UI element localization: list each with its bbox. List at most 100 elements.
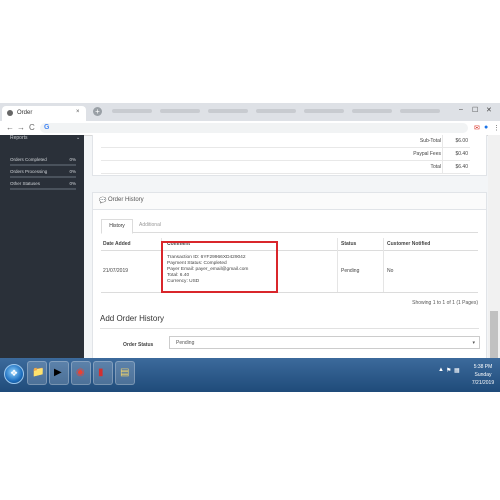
forward-icon[interactable]: →	[17, 123, 25, 133]
scrollbar[interactable]	[488, 135, 500, 392]
browser-tab-strip: Order × + – ☐ ✕	[0, 103, 500, 121]
column-header: Status	[341, 241, 357, 247]
browser-tab[interactable]	[208, 109, 248, 113]
stat-label: Orders Processing	[10, 169, 48, 174]
column-header: Customer Notified	[387, 241, 431, 247]
notes-icon: ▤	[120, 367, 130, 378]
totals-row: Sub-Total $6.00	[101, 135, 470, 148]
minimize-icon[interactable]: –	[459, 106, 463, 113]
browser-toolbar: ← → C G ✉ ● ⋮	[0, 121, 500, 136]
maximize-icon[interactable]: ☐	[472, 106, 478, 114]
scrollbar-thumb[interactable]	[490, 311, 498, 361]
taskbar-clock[interactable]: 5:38 PM Sunday 7/21/2019	[466, 363, 500, 387]
taskbar-notes[interactable]: ▤	[115, 361, 135, 385]
progress-bar	[10, 176, 76, 178]
totals-row: Paypal Fees $0.40	[101, 148, 470, 161]
table-cell-status: Pending	[341, 268, 360, 274]
address-bar[interactable]: G	[40, 123, 468, 133]
browser-tab[interactable]	[112, 109, 152, 113]
totals-label: Sub-Total	[419, 138, 441, 144]
close-window-icon[interactable]: ✕	[486, 106, 492, 114]
divider	[442, 135, 443, 147]
screenshot-area: Order × + – ☐ ✕ ← → C G ✉ ● ⋮ Reports ⌄ …	[0, 103, 500, 392]
order-status-select[interactable]: Pending ▾	[169, 336, 480, 349]
taskbar-chrome[interactable]: ◉	[71, 361, 91, 385]
chevron-down-icon: ▾	[472, 340, 475, 346]
stat-percent: 0%	[69, 181, 76, 186]
menu-icon[interactable]: ⋮	[493, 124, 500, 132]
browser-tab[interactable]	[400, 109, 440, 113]
clock-date: 7/21/2019	[471, 380, 495, 386]
folder-icon: 📁	[32, 367, 45, 378]
row-divider	[101, 292, 478, 293]
taskbar-explorer[interactable]: 📁	[27, 361, 47, 385]
totals-label: Total	[430, 164, 441, 170]
chevron-down-icon[interactable]: ⌄	[76, 135, 80, 141]
reload-icon[interactable]: C	[29, 123, 35, 133]
extension-icon[interactable]: ✉	[474, 124, 480, 132]
main-content: Sub-Total $6.00 Paypal Fees $0.40 Total …	[84, 135, 488, 392]
divider	[442, 148, 443, 160]
browser-tab[interactable]	[160, 109, 200, 113]
start-button[interactable]: ❖	[4, 364, 24, 384]
browser-tab[interactable]	[256, 109, 296, 113]
comment-icon: 💬	[99, 198, 107, 204]
totals-value: $6.40	[455, 164, 468, 170]
stat-orders-processing: Orders Processing 0%	[10, 169, 76, 181]
new-tab-button[interactable]: +	[93, 107, 102, 116]
network-icon[interactable]: ▦	[454, 367, 460, 374]
media-icon: ▶	[54, 367, 62, 378]
select-value: Pending	[176, 340, 195, 346]
filezilla-icon: ▮	[98, 367, 104, 378]
pagination-summary: Showing 1 to 1 of 1 (1 Pages)	[412, 300, 478, 306]
table-cell-notified: No	[387, 268, 394, 274]
tab-additional[interactable]: Additional	[135, 219, 161, 232]
admin-sidebar: Reports ⌄ Orders Completed 0% Orders Pro…	[0, 135, 84, 392]
stat-percent: 0%	[69, 157, 76, 162]
history-tabs: History Additional	[101, 219, 478, 234]
chrome-icon: ◉	[76, 367, 85, 378]
tray-arrow-icon[interactable]: ▲	[438, 367, 444, 373]
taskbar-filezilla[interactable]: ▮	[93, 361, 113, 385]
divider	[100, 328, 479, 329]
totals-row: Total $6.40	[101, 161, 470, 174]
progress-bar	[10, 164, 76, 166]
clock-day: Sunday	[474, 372, 492, 378]
tab-history[interactable]: History	[101, 219, 133, 234]
windows-taskbar: ❖ 📁 ▶ ◉ ▮ ▤ ▲ ⚑ ▦ 5:38 PM Sunday 7/21/20…	[0, 358, 500, 392]
totals-value: $0.40	[455, 151, 468, 157]
add-history-title: Add Order History	[100, 314, 165, 323]
highlight-box	[161, 241, 278, 293]
table-cell-date: 21/07/2019	[103, 268, 129, 274]
stat-percent: 0%	[69, 169, 76, 174]
browser-tab[interactable]	[352, 109, 392, 113]
column-header: Date Added	[103, 241, 131, 247]
history-table: Date Added Comment Status Customer Notif…	[101, 238, 478, 293]
sidebar-heading[interactable]: Reports	[10, 135, 28, 141]
windows-logo-icon: ❖	[10, 368, 19, 378]
totals-label: Paypal Fees	[413, 151, 441, 157]
favicon-icon	[7, 110, 13, 116]
divider	[442, 161, 443, 173]
totals-panel: Sub-Total $6.00 Paypal Fees $0.40 Total …	[92, 135, 487, 176]
taskbar-media[interactable]: ▶	[49, 361, 69, 385]
browser-tab-title: Order	[17, 110, 33, 116]
browser-tab[interactable]	[304, 109, 344, 113]
browser-tab-order[interactable]: Order ×	[2, 106, 86, 121]
profile-icon[interactable]: ●	[484, 124, 488, 131]
clock-time: 5:38 PM	[473, 364, 493, 370]
totals-value: $6.00	[455, 138, 468, 144]
back-icon[interactable]: ←	[6, 123, 14, 133]
progress-bar	[10, 188, 76, 190]
stat-label: Orders Completed	[10, 157, 47, 162]
panel-heading: 💬 Order History	[93, 193, 486, 210]
divider	[337, 238, 338, 293]
header-divider	[101, 250, 478, 251]
stat-orders-completed: Orders Completed 0%	[10, 157, 76, 169]
flag-icon[interactable]: ⚑	[446, 367, 451, 374]
stat-label: Other Statuses	[10, 181, 41, 186]
stat-other-statuses: Other Statuses 0%	[10, 181, 76, 193]
tab-close-icon[interactable]: ×	[76, 109, 80, 115]
address-text: G	[44, 124, 50, 131]
panel-title: Order History	[108, 197, 144, 203]
